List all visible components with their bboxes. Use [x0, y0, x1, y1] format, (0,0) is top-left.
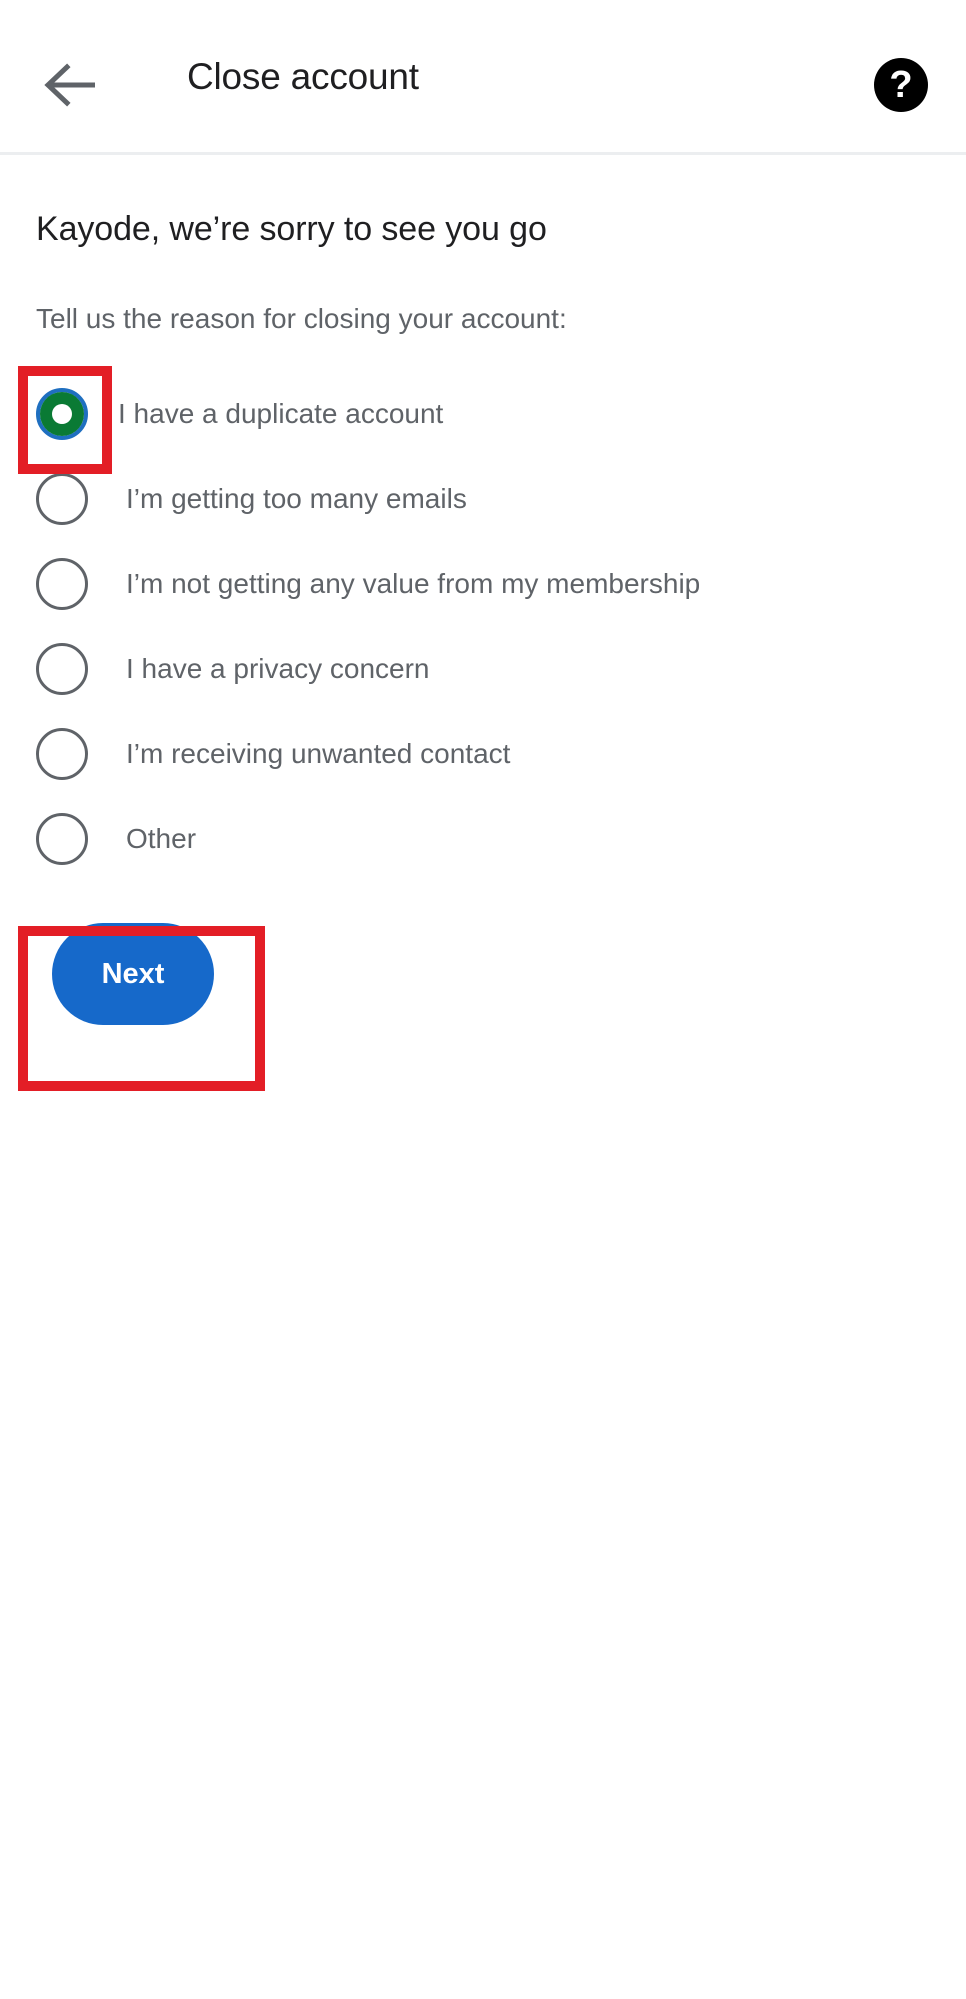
next-button[interactable]: Next: [52, 923, 214, 1026]
radio-option-label: I’m receiving unwanted contact: [126, 738, 511, 770]
radio-indicator[interactable]: [36, 642, 88, 695]
back-button[interactable]: [30, 50, 110, 120]
radio-outer-ring: [36, 642, 88, 695]
radio-indicator[interactable]: [36, 727, 88, 780]
radio-indicator-selected[interactable]: [36, 387, 88, 440]
radio-outer-ring: [36, 812, 88, 865]
headline: Kayode, we’re sorry to see you go: [36, 210, 547, 248]
radio-option-label: Other: [126, 823, 197, 855]
main-content: Kayode, we’re sorry to see you go Tell u…: [0, 155, 966, 1026]
radio-outer-ring: [36, 472, 88, 525]
radio-option-other[interactable]: Other: [36, 796, 930, 881]
subtitle: Tell us the reason for closing your acco…: [36, 302, 567, 334]
page-title: Close account: [187, 55, 419, 97]
radio-indicator[interactable]: [36, 812, 88, 865]
app-bar: Close account ?: [0, 0, 966, 155]
help-question-icon: ?: [874, 58, 928, 112]
radio-option-label: I’m not getting any value from my member…: [126, 568, 701, 600]
help-button[interactable]: ?: [868, 52, 934, 118]
radio-option-too-many-emails[interactable]: I’m getting too many emails: [36, 456, 930, 541]
arrow-left-icon: [41, 63, 99, 107]
radio-outer-ring: [36, 727, 88, 780]
radio-indicator[interactable]: [36, 472, 88, 525]
reason-radio-group: I have a duplicate account I’m getting t…: [36, 371, 930, 881]
radio-option-unwanted-contact[interactable]: I’m receiving unwanted contact: [36, 711, 930, 796]
radio-option-label: I’m getting too many emails: [126, 483, 467, 515]
radio-inner-dot: [52, 403, 72, 424]
radio-option-no-value[interactable]: I’m not getting any value from my member…: [36, 541, 930, 626]
radio-indicator[interactable]: [36, 557, 88, 610]
next-button-container: Next: [36, 923, 930, 1026]
radio-option-label: I have a privacy concern: [126, 653, 430, 685]
radio-option-label: I have a duplicate account: [118, 398, 444, 430]
radio-option-duplicate-account[interactable]: I have a duplicate account: [36, 371, 930, 456]
radio-outer-ring: [36, 557, 88, 610]
radio-option-privacy-concern[interactable]: I have a privacy concern: [36, 626, 930, 711]
